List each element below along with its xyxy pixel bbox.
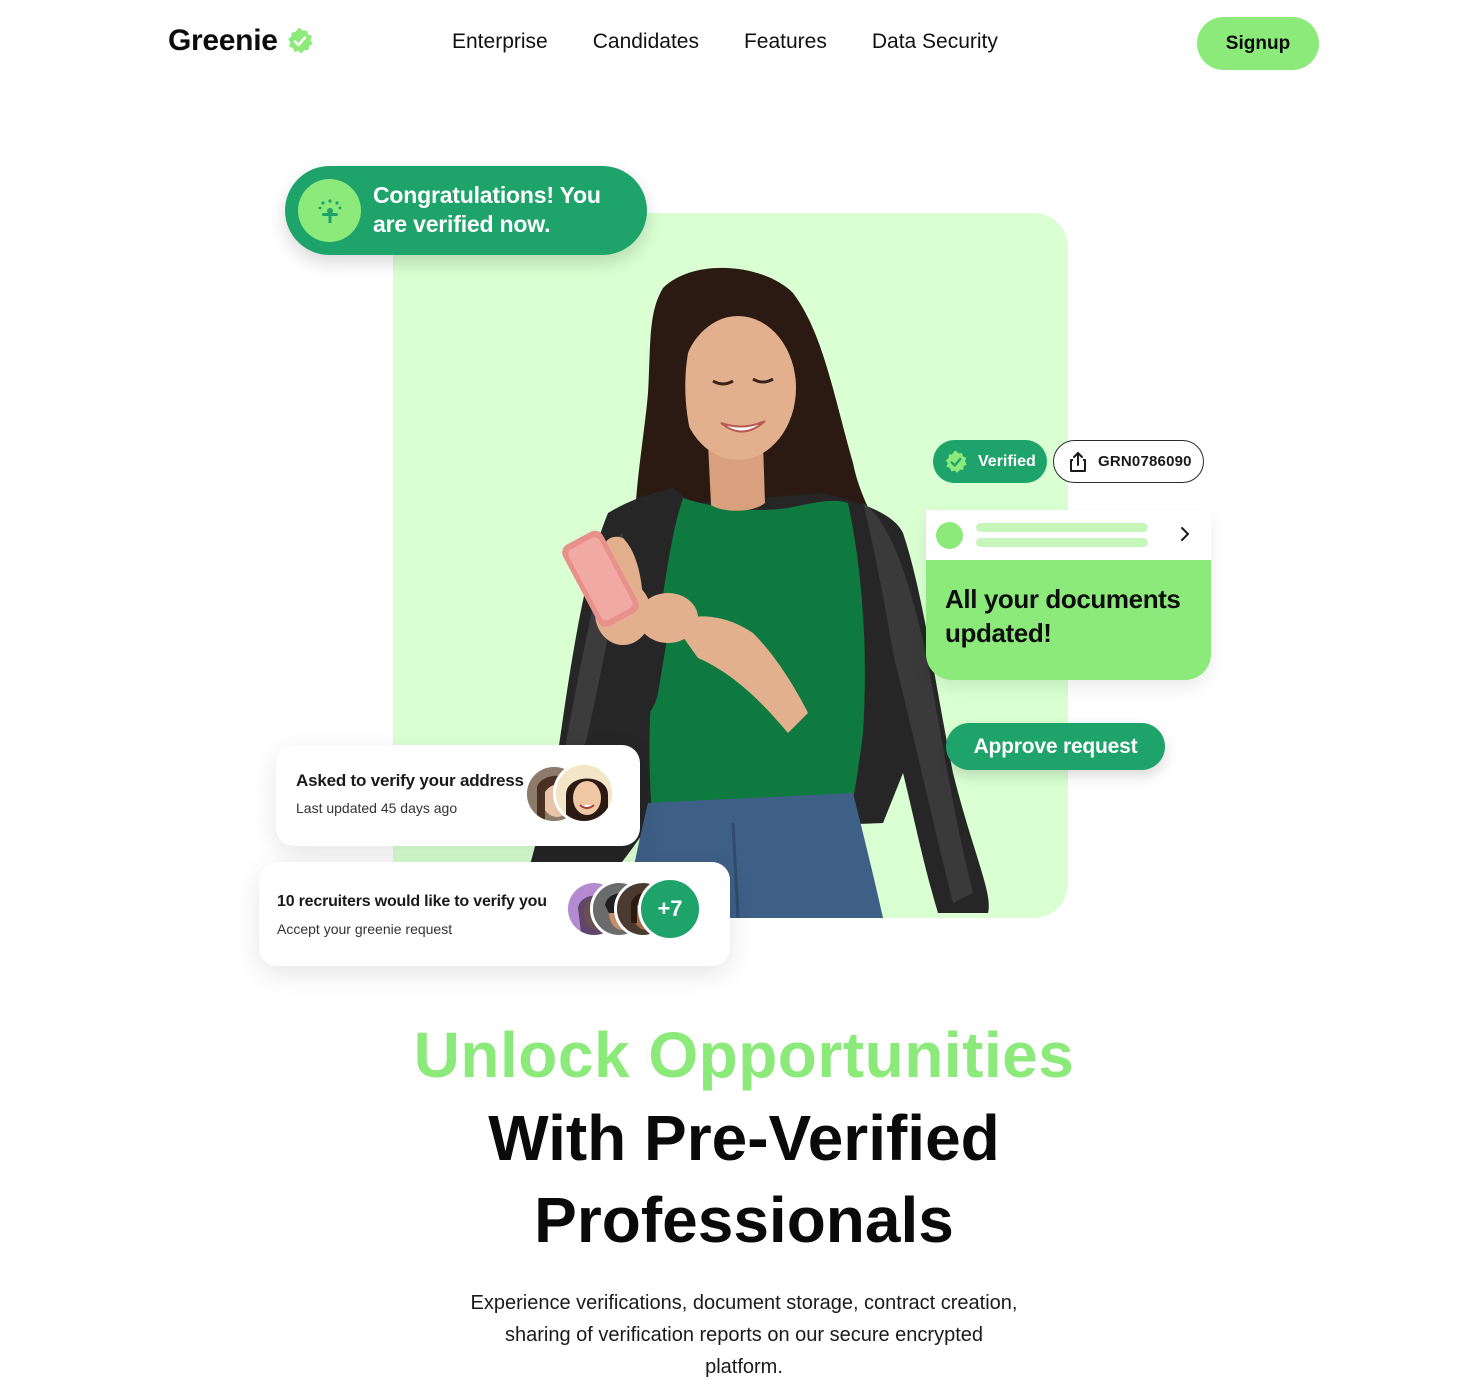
avatar bbox=[553, 762, 615, 824]
placeholder-line bbox=[976, 523, 1148, 532]
celebration-icon bbox=[298, 179, 361, 242]
verified-label: Verified bbox=[978, 452, 1036, 470]
address-card-title: Asked to verify your address bbox=[296, 771, 524, 790]
recruiter-card-subtitle: Accept your greenie request bbox=[277, 921, 453, 937]
documents-card-body: All your documents updated! bbox=[926, 560, 1211, 680]
nav-link-features[interactable]: Features bbox=[744, 30, 827, 54]
chevron-right-icon[interactable] bbox=[1178, 524, 1192, 544]
verified-badge-icon bbox=[287, 28, 313, 54]
congrats-text: Congratulations! You are verified now. bbox=[373, 182, 601, 237]
headline-line-3: Professionals bbox=[534, 1184, 954, 1256]
logo[interactable]: Greenie bbox=[168, 24, 314, 58]
extra-recruiters-count[interactable]: +7 bbox=[638, 877, 702, 941]
grn-id-text: GRN0786090 bbox=[1098, 453, 1192, 470]
nav-links: Enterprise Candidates Features Data Secu… bbox=[452, 30, 1043, 54]
share-icon bbox=[1070, 451, 1086, 472]
nav-link-data-security[interactable]: Data Security bbox=[872, 30, 998, 54]
verified-badge: Verified bbox=[933, 440, 1047, 483]
nav-link-candidates[interactable]: Candidates bbox=[593, 30, 699, 54]
approve-request-button[interactable]: Approve request bbox=[946, 723, 1165, 770]
congrats-notification: Congratulations! You are verified now. bbox=[285, 166, 647, 255]
nav-link-enterprise[interactable]: Enterprise bbox=[452, 30, 548, 54]
signup-button[interactable]: Signup bbox=[1197, 17, 1319, 70]
placeholder-line bbox=[976, 538, 1148, 547]
status-dot bbox=[936, 522, 963, 549]
grn-id-pill[interactable]: GRN0786090 bbox=[1053, 440, 1204, 483]
address-verification-card[interactable]: Asked to verify your address Last update… bbox=[276, 745, 640, 846]
recruiter-card-title: 10 recruiters would like to verify you bbox=[277, 893, 547, 910]
address-card-subtitle: Last updated 45 days ago bbox=[296, 800, 458, 816]
headline-line-2: With Pre-Verified bbox=[488, 1102, 1000, 1174]
documents-card[interactable]: All your documents updated! bbox=[926, 510, 1211, 680]
headline-line-1: Unlock Opportunities bbox=[413, 1019, 1075, 1091]
documents-card-header bbox=[926, 510, 1211, 560]
hero-description: Experience verifications, document stora… bbox=[470, 1292, 1018, 1378]
top-nav: Greenie Enterprise Candidates Features D… bbox=[0, 0, 1458, 90]
verified-check-icon bbox=[945, 450, 967, 473]
logo-text: Greenie bbox=[168, 24, 278, 57]
documents-updated-text: All your documents updated! bbox=[945, 584, 1181, 648]
